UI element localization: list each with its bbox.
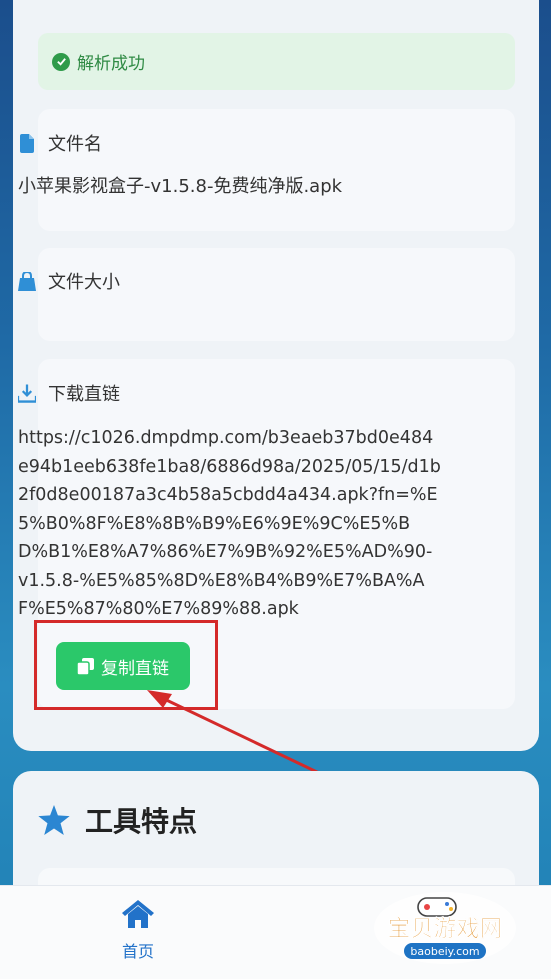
home-icon xyxy=(122,900,154,932)
link-line: https://c1026.dmpdmp.com/b3eaeb37bd0e484 xyxy=(18,428,434,448)
status-text: 解析成功 xyxy=(77,54,145,74)
file-name-card xyxy=(38,109,515,231)
download-link-label-row: 下载直链 xyxy=(18,380,120,406)
link-line: D%B1%E8%A7%86%E7%9B%92%E5%AD%90- xyxy=(18,542,433,562)
check-circle-icon xyxy=(52,52,70,71)
copy-icon xyxy=(77,657,94,675)
nav-home-label: 首页 xyxy=(121,942,154,961)
download-icon xyxy=(18,383,36,403)
svg-text:宝贝游戏网: 宝贝游戏网 xyxy=(388,915,503,942)
copy-link-button[interactable]: 复制直链 xyxy=(56,642,190,690)
file-size-card xyxy=(38,248,515,341)
file-name-label: 文件名 xyxy=(48,134,102,155)
nav-home[interactable]: 首页 xyxy=(100,900,176,964)
status-banner: 解析成功 xyxy=(38,33,515,90)
file-icon xyxy=(18,133,36,153)
file-size-label: 文件大小 xyxy=(48,272,120,293)
star-icon xyxy=(38,805,70,835)
file-name-value: 小苹果影视盒子-v1.5.8-免费纯净版.apk xyxy=(18,176,343,197)
download-link-value[interactable]: https://c1026.dmpdmp.com/b3eaeb37bd0e484… xyxy=(18,424,458,624)
download-link-label: 下载直链 xyxy=(48,384,120,405)
gamepad-icon xyxy=(417,897,457,917)
link-line: 2f0d8e00187a3c4b58a5cbdd4a434.apk?fn=%E xyxy=(18,485,438,505)
bag-icon xyxy=(18,271,36,291)
features-heading: 工具特点 xyxy=(38,800,197,840)
svg-text:baobeiy.com: baobeiy.com xyxy=(410,945,479,958)
watermark-logo: 宝贝游戏网 baobeiy.com xyxy=(374,892,516,964)
file-name-label-row: 文件名 xyxy=(18,130,102,156)
link-line: v1.5.8-%E5%85%8D%E8%B4%B9%E7%BA%A xyxy=(18,570,425,591)
copy-link-label: 复制直链 xyxy=(101,658,169,679)
link-line: F%E5%87%80%E7%89%88.apk xyxy=(18,599,299,619)
link-line: e94b1eeb638fe1ba8/6886d98a/2025/05/15/d1… xyxy=(18,456,441,477)
file-size-label-row: 文件大小 xyxy=(18,268,120,294)
link-line: 5%B0%8F%E8%8B%B9%E6%9E%9C%E5%B xyxy=(18,513,411,534)
features-title: 工具特点 xyxy=(85,805,198,838)
